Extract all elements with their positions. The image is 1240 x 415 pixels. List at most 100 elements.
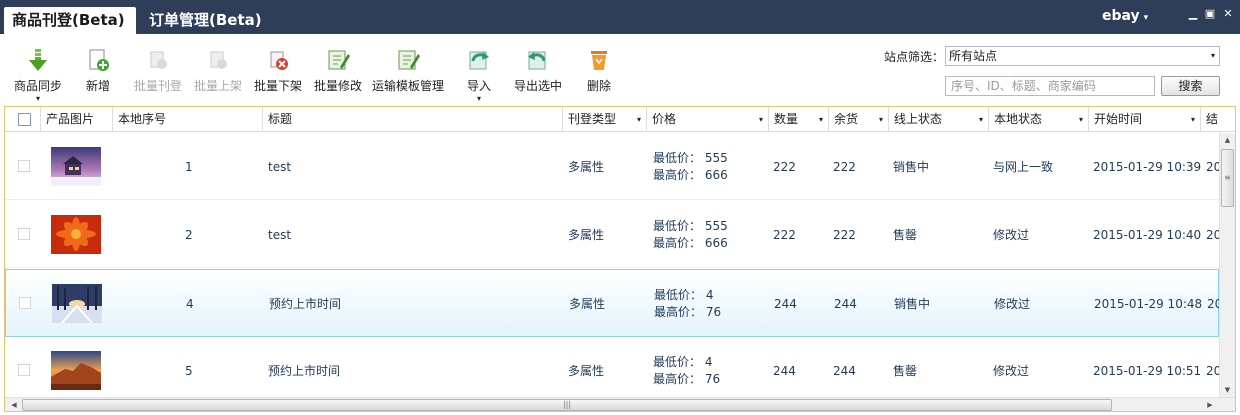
table-row[interactable]: 1 test 多属性 最低价： 555 最高价： 666 222 222 销售中 … — [5, 133, 1221, 200]
price-max: 最高价： 76 — [654, 304, 722, 319]
restore-icon[interactable]: ▣ — [1203, 7, 1217, 20]
export-selected-button[interactable]: 导出选中 — [513, 48, 563, 94]
chevron-down-icon[interactable]: ▾ — [12, 95, 64, 103]
cell-online-status: 售罄 — [893, 228, 918, 242]
product-thumbnail[interactable] — [52, 284, 102, 324]
cell-price: 最低价： 555 最高价： 666 — [653, 201, 728, 268]
batch-list-icon — [206, 48, 230, 72]
table-row[interactable]: 2 test 多属性 最低价： 555 最高价： 666 222 222 售罄 修… — [5, 201, 1221, 268]
cell-listing-type: 多属性 — [568, 228, 605, 242]
cell-local-status: 与网上一致 — [993, 160, 1054, 174]
product-thumbnail[interactable] — [51, 147, 101, 186]
scroll-down-icon[interactable]: ▼ — [1220, 383, 1235, 397]
select-all-checkbox[interactable] — [18, 113, 31, 126]
cell-local-seq: 2 — [185, 227, 193, 242]
cell-quantity: 222 — [773, 227, 796, 242]
row-checkbox[interactable] — [19, 297, 31, 309]
scroll-left-icon[interactable]: ◀ — [7, 398, 21, 411]
cell-stock: 222 — [833, 159, 856, 174]
header-quantity[interactable]: 数量 ▾ — [769, 107, 829, 132]
header-price[interactable]: 价格 ▾ — [647, 107, 769, 132]
import-button[interactable]: 导入 ▾ — [465, 48, 493, 103]
cell-local-seq: 1 — [185, 159, 193, 174]
scroll-up-icon[interactable]: ▲ — [1220, 133, 1235, 147]
cell-title: 预约上市时间 — [268, 364, 341, 378]
delete-trash-icon — [587, 48, 611, 72]
search-button[interactable]: 搜索 — [1161, 76, 1220, 96]
price-min: 最低价： 555 — [653, 218, 728, 233]
toolbar: 商品同步 ▾ 新增 批量刊登 批量上架 批量下架 批量修改 运输模板管理 导入 … — [0, 34, 1240, 103]
vertical-scroll-thumb[interactable]: ≡ — [1221, 149, 1234, 207]
site-filter-select[interactable]: 所有站点 ▾ — [945, 46, 1220, 66]
cell-listing-type: 多属性 — [568, 364, 605, 378]
sort-icon[interactable]: ▾ — [637, 107, 641, 132]
site-filter-value: 所有站点 — [949, 49, 998, 63]
cell-price: 最低价： 4 最高价： 76 — [654, 270, 721, 337]
ebay-account-menu[interactable]: ebay ▾ — [1102, 8, 1148, 24]
shipping-template-button[interactable]: 运输模板管理 — [371, 48, 445, 94]
batch-delist-button[interactable]: 批量下架 — [253, 48, 303, 94]
sort-icon[interactable]: ▾ — [879, 107, 883, 132]
row-checkbox[interactable] — [18, 160, 30, 172]
price-min: 最低价： 4 — [653, 354, 713, 369]
header-local-seq[interactable]: 本地序号 — [113, 107, 263, 132]
batch-list-button[interactable]: 批量上架 — [193, 48, 243, 94]
header-local-status[interactable]: 本地状态 ▾ — [989, 107, 1089, 132]
header-select-all-cell — [5, 107, 41, 132]
scroll-right-icon[interactable]: ▶ — [1203, 398, 1217, 411]
shipping-template-icon — [396, 48, 420, 72]
tab-orders[interactable]: 订单管理(Beta) — [141, 7, 270, 34]
batch-edit-button[interactable]: 批量修改 — [313, 48, 363, 94]
row-checkbox[interactable] — [18, 364, 30, 376]
price-max: 最高价： 666 — [653, 167, 728, 182]
header-listing-type[interactable]: 刊登类型 ▾ — [563, 107, 647, 132]
sort-icon[interactable]: ▾ — [1079, 107, 1083, 132]
cell-stock: 244 — [833, 363, 856, 378]
tab-listing[interactable]: 商品刊登(Beta) — [4, 7, 136, 34]
horizontal-scrollbar[interactable]: ◀ ||| ▶ — [5, 397, 1235, 411]
price-max: 最高价： 76 — [653, 371, 721, 386]
cell-local-seq: 5 — [185, 363, 193, 378]
close-icon[interactable]: ✕ — [1221, 7, 1235, 20]
sync-down-arrow-icon — [26, 48, 50, 72]
sort-icon[interactable]: ▾ — [759, 107, 763, 132]
sort-icon[interactable]: ▾ — [1191, 107, 1195, 132]
header-start-time[interactable]: 开始时间 ▾ — [1089, 107, 1201, 132]
horizontal-scroll-thumb[interactable]: ||| — [22, 399, 1112, 411]
cell-online-status: 销售中 — [894, 297, 931, 311]
vertical-scrollbar[interactable]: ▲ ≡ ▼ — [1219, 133, 1235, 397]
header-title[interactable]: 标题 — [263, 107, 563, 132]
table-row[interactable]: 5 预约上市时间 多属性 最低价： 4 最高价： 76 244 244 售罄 修改… — [5, 337, 1221, 404]
cell-quantity: 222 — [773, 159, 796, 174]
price-min: 最低价： 4 — [654, 287, 714, 302]
cell-online-status: 销售中 — [893, 160, 930, 174]
batch-publish-button[interactable]: 批量刊登 — [133, 48, 183, 94]
title-bar: 商品刊登(Beta) 订单管理(Beta) ebay ▾ ▁ ▣ ✕ — [0, 0, 1240, 34]
row-checkbox[interactable] — [18, 228, 30, 240]
minimize-icon[interactable]: ▁ — [1186, 7, 1200, 20]
cell-title: 预约上市时间 — [269, 297, 342, 311]
table-row-selected[interactable]: 4 预约上市时间 多属性 最低价： 4 最高价： 76 244 244 销售中 修… — [5, 269, 1222, 337]
add-new-button[interactable]: 新增 — [84, 48, 112, 94]
new-document-icon — [86, 48, 110, 72]
chevron-down-icon[interactable]: ▾ — [465, 95, 493, 103]
cell-stock: 222 — [833, 227, 856, 242]
cell-local-status: 修改过 — [993, 228, 1030, 242]
product-thumbnail[interactable] — [51, 351, 101, 390]
sort-icon[interactable]: ▾ — [819, 107, 823, 132]
product-thumbnail[interactable] — [51, 215, 101, 254]
header-end-time[interactable]: 结 — [1201, 107, 1235, 132]
cell-quantity: 244 — [774, 296, 797, 311]
search-input[interactable]: 序号、ID、标题、商家编码 — [945, 76, 1155, 96]
header-product-image[interactable]: 产品图片 — [41, 107, 113, 132]
header-stock[interactable]: 余货 ▾ — [829, 107, 889, 132]
import-icon — [467, 48, 491, 72]
delete-button[interactable]: 删除 — [585, 48, 613, 94]
batch-delist-icon — [266, 48, 290, 72]
cell-price: 最低价： 555 最高价： 666 — [653, 133, 728, 200]
header-online-status[interactable]: 线上状态 ▾ — [889, 107, 989, 132]
sort-icon[interactable]: ▾ — [979, 107, 983, 132]
batch-edit-icon — [326, 48, 350, 72]
cell-stock: 244 — [834, 296, 857, 311]
sync-products-button[interactable]: 商品同步 ▾ — [12, 48, 64, 103]
